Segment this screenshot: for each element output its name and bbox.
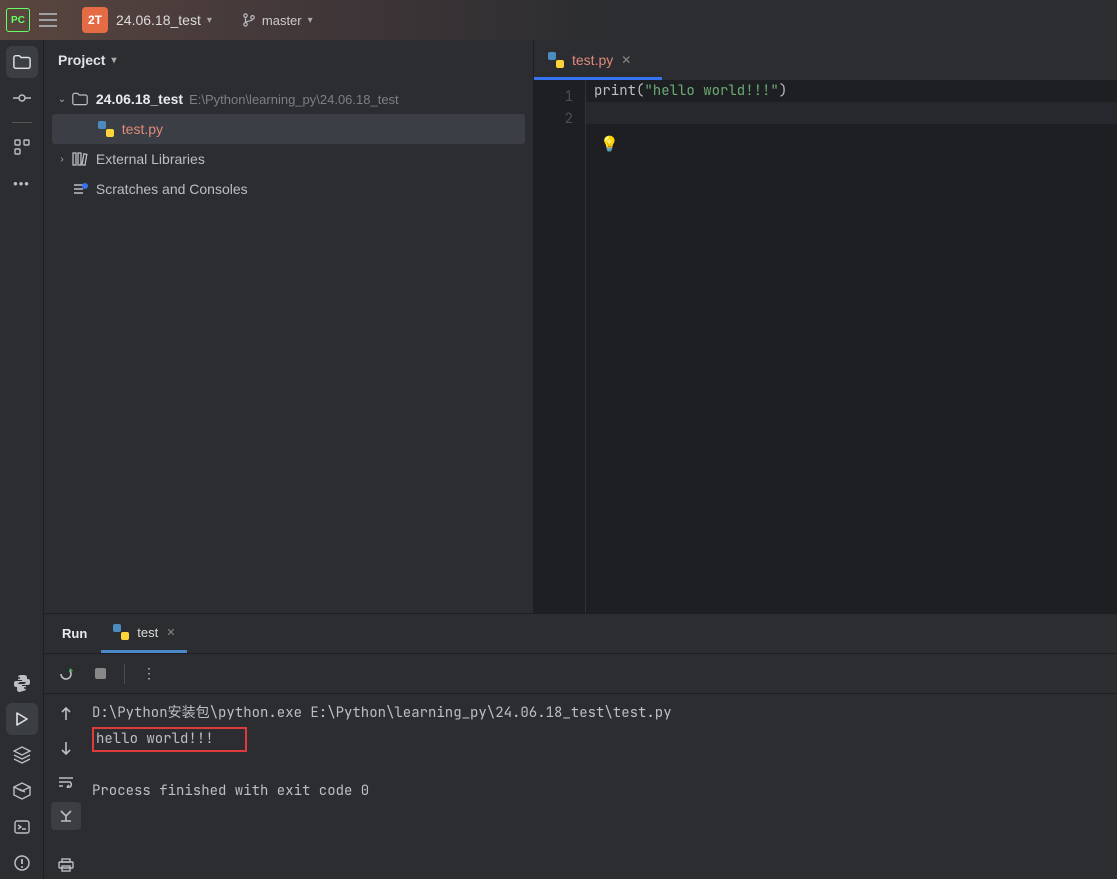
run-panel-title: Run <box>52 626 97 641</box>
play-icon <box>15 712 29 726</box>
scratches-icon <box>72 182 92 196</box>
expand-toggle-icon[interactable]: ⌄ <box>52 94 72 105</box>
project-tool-button[interactable] <box>6 46 38 78</box>
python-file-icon <box>113 624 129 640</box>
code-line[interactable] <box>586 102 1117 124</box>
main-menu-button[interactable] <box>38 13 74 27</box>
expand-toggle-icon[interactable]: › <box>52 154 72 165</box>
wrap-icon <box>58 776 74 788</box>
git-branch-selector[interactable]: master ▾ <box>242 13 313 28</box>
arrow-up-icon <box>60 707 72 721</box>
run-side-toolbar <box>44 694 88 879</box>
scroll-down-button[interactable] <box>51 734 81 762</box>
console-output[interactable]: D:\Python安装包\python.exe E:\Python\learni… <box>88 694 1117 879</box>
arrow-down-icon <box>60 741 72 755</box>
run-tool-button[interactable] <box>6 703 38 735</box>
close-tab-button[interactable]: ✕ <box>166 626 175 639</box>
problems-tool-button[interactable] <box>6 847 38 879</box>
scratches-node[interactable]: Scratches and Consoles <box>44 174 533 204</box>
branch-icon <box>242 13 256 27</box>
scroll-up-button[interactable] <box>51 700 81 728</box>
commit-tool-button[interactable] <box>6 82 38 114</box>
project-root-node[interactable]: ⌄ 24.06.18_test E:\Python\learning_py\24… <box>44 84 533 114</box>
code-editor[interactable]: 1 2 print("hello world!!!") 💡 <box>534 80 1117 613</box>
rail-separator <box>12 122 32 123</box>
console-highlighted-output: hello world!!! <box>92 727 247 752</box>
python-file-icon <box>98 121 114 137</box>
run-tab-bar: Run test ✕ <box>44 614 1117 654</box>
chevron-down-icon: ▾ <box>207 15 212 26</box>
console-exit-line: Process finished with exit code 0 <box>92 782 369 800</box>
rerun-button[interactable] <box>52 660 80 688</box>
services-tool-button[interactable] <box>6 739 38 771</box>
project-panel-title: Project <box>58 52 105 68</box>
branch-name-label: master <box>262 13 302 28</box>
python-packages-button[interactable] <box>6 775 38 807</box>
print-button[interactable] <box>51 851 81 879</box>
code-line[interactable]: print("hello world!!!") <box>586 80 1117 102</box>
line-number: 1 <box>534 86 573 108</box>
warning-icon <box>13 854 31 872</box>
console-command-line: D:\Python安装包\python.exe E:\Python\learni… <box>92 704 672 722</box>
project-panel: Project ▾ ⌄ 24.06.18_test E:\Python\lear… <box>44 40 534 613</box>
kebab-icon: ⋮ <box>142 665 156 682</box>
structure-tool-button[interactable] <box>6 131 38 163</box>
code-content[interactable]: print("hello world!!!") 💡 <box>586 80 1117 613</box>
external-libraries-label: External Libraries <box>96 151 205 167</box>
chevron-down-icon: ▾ <box>111 55 116 66</box>
project-tree: ⌄ 24.06.18_test E:\Python\learning_py\24… <box>44 80 533 613</box>
python-console-button[interactable] <box>6 667 38 699</box>
project-avatar-icon: 2T <box>82 7 108 33</box>
stop-icon <box>95 668 106 679</box>
python-file-icon <box>548 52 564 68</box>
soft-wrap-button[interactable] <box>51 768 81 796</box>
editor-area: test.py ✕ 1 2 print("hello world!!!") 💡 <box>534 40 1117 613</box>
line-gutter: 1 2 <box>534 80 586 613</box>
layers-icon <box>13 746 31 764</box>
project-root-path: E:\Python\learning_py\24.06.18_test <box>189 92 399 107</box>
file-label: test.py <box>122 121 163 137</box>
package-icon <box>13 782 31 800</box>
editor-tab-test-py[interactable]: test.py ✕ <box>534 40 645 80</box>
chevron-down-icon: ▾ <box>308 15 313 26</box>
intention-bulb-icon[interactable]: 💡 <box>600 134 619 154</box>
ellipsis-icon: ••• <box>13 176 30 191</box>
run-config-tab[interactable]: test ✕ <box>101 614 187 653</box>
project-name-label: 24.06.18_test <box>116 12 201 28</box>
left-tool-rail: ••• <box>0 40 44 879</box>
folder-icon <box>13 54 31 70</box>
project-root-label: 24.06.18_test <box>96 91 183 107</box>
printer-icon <box>58 858 74 872</box>
scroll-to-end-button[interactable] <box>51 802 81 830</box>
python-icon <box>13 674 31 692</box>
title-bar: PC 2T 24.06.18_test ▾ master ▾ <box>0 0 1117 40</box>
run-tab-label: test <box>137 625 158 640</box>
line-number: 2 <box>534 108 573 130</box>
file-node-test-py[interactable]: test.py <box>52 114 525 144</box>
pycharm-logo-icon: PC <box>6 8 30 32</box>
terminal-icon <box>14 820 30 834</box>
more-tool-button[interactable]: ••• <box>6 167 38 199</box>
editor-tab-label: test.py <box>572 52 613 68</box>
run-panel: Run test ✕ ⋮ <box>44 614 1117 879</box>
rerun-icon <box>58 666 74 682</box>
toolbar-separator <box>124 664 125 684</box>
more-actions-button[interactable]: ⋮ <box>135 660 163 688</box>
project-panel-header[interactable]: Project ▾ <box>44 40 533 80</box>
scratches-label: Scratches and Consoles <box>96 181 248 197</box>
terminal-tool-button[interactable] <box>6 811 38 843</box>
run-toolbar: ⋮ <box>44 654 1117 694</box>
project-selector[interactable]: 24.06.18_test ▾ <box>116 12 212 28</box>
structure-icon <box>14 139 30 155</box>
stop-button[interactable] <box>86 660 114 688</box>
folder-icon <box>72 92 92 106</box>
commit-icon <box>13 89 31 107</box>
external-libraries-node[interactable]: › External Libraries <box>44 144 533 174</box>
scroll-end-icon <box>59 809 73 823</box>
editor-tab-bar: test.py ✕ <box>534 40 1117 80</box>
library-icon <box>72 152 92 166</box>
close-tab-button[interactable]: ✕ <box>621 53 631 67</box>
